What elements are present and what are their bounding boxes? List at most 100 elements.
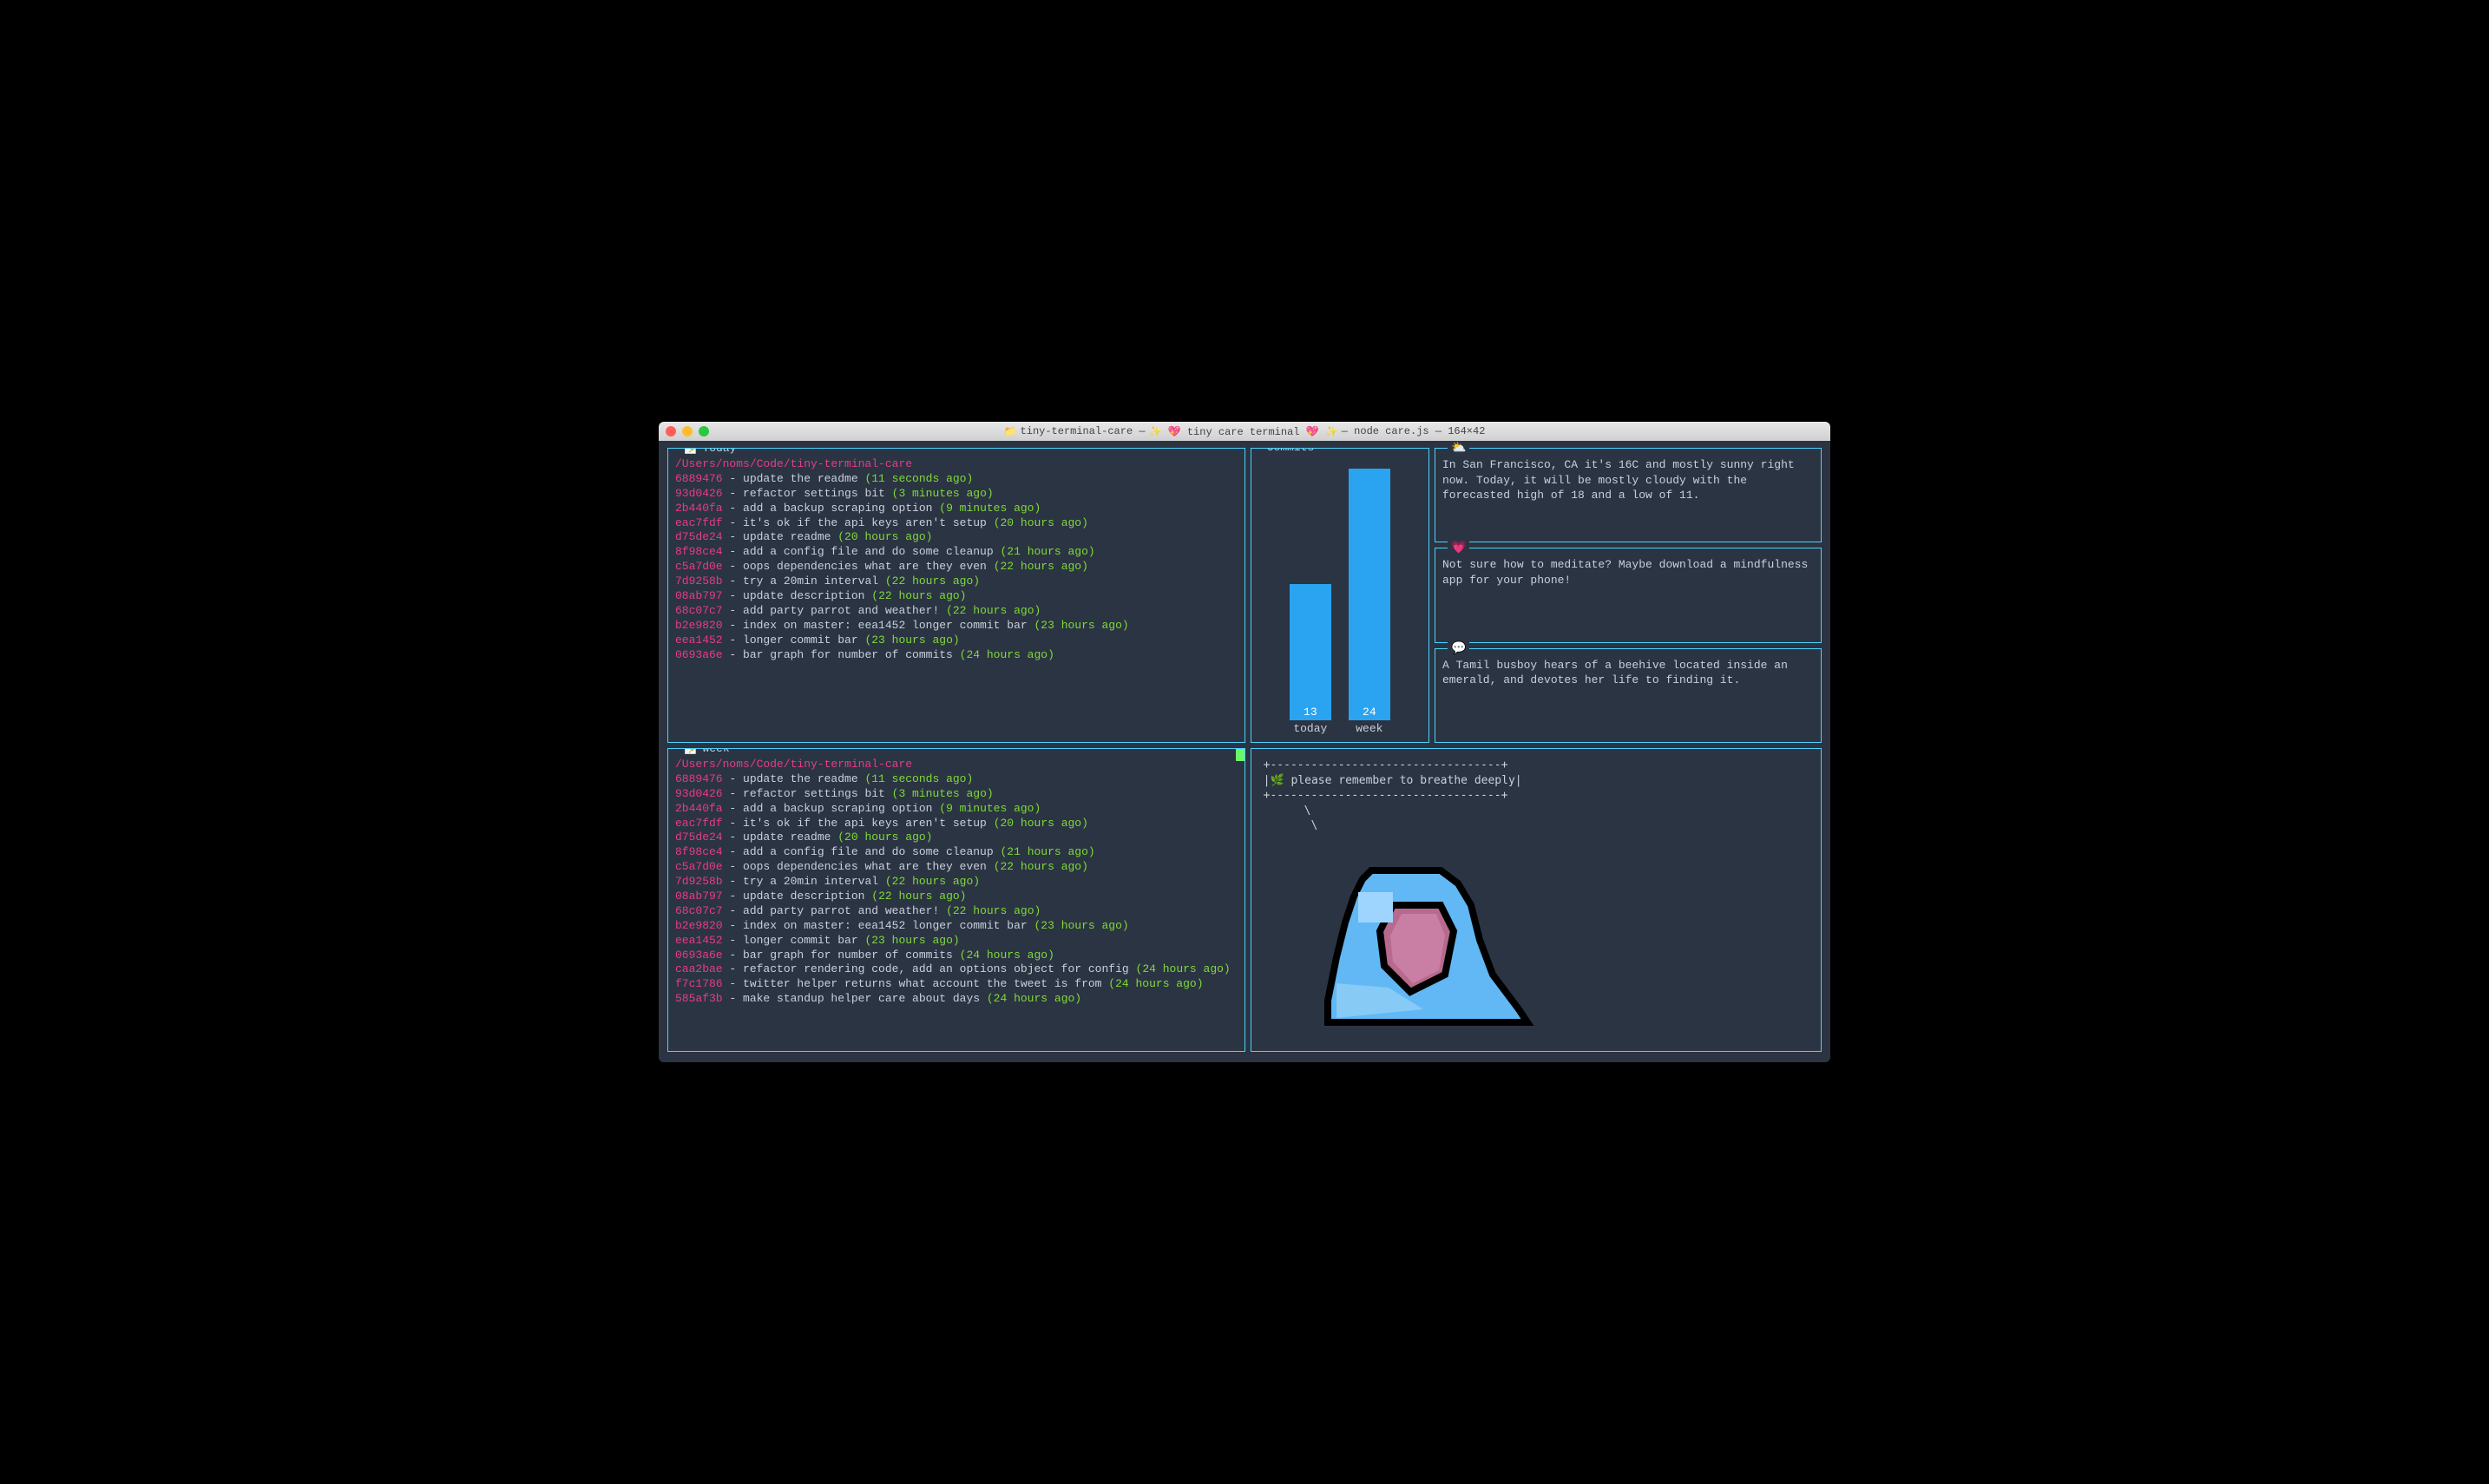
bar-today: 13today — [1290, 584, 1331, 735]
terminal-window: 📁 tiny-terminal-care — ✨ 💖 tiny care ter… — [659, 422, 1830, 1062]
commit-msg: make standup helper care about days — [743, 992, 980, 1005]
commit-hash: 8f98ce4 — [675, 845, 723, 858]
commit-msg: it's ok if the api keys aren't setup — [743, 817, 987, 830]
commit-hash: c5a7d0e — [675, 560, 723, 573]
commit-age: (20 hours ago) — [994, 817, 1088, 830]
commit-row: 585af3b - make standup helper care about… — [675, 992, 1238, 1007]
commit-age: (3 minutes ago) — [892, 787, 994, 800]
commit-msg: oops dependencies what are they even — [743, 860, 987, 873]
speech-bubble: +----------------------------------+ |🌿 … — [1264, 758, 1814, 834]
bar-week: 24week — [1349, 469, 1390, 735]
commit-age: (21 hours ago) — [1000, 545, 1094, 558]
commit-hash: 0693a6e — [675, 648, 723, 661]
commit-msg: bar graph for number of commits — [743, 648, 953, 661]
window-title: 📁 tiny-terminal-care — ✨ 💖 tiny care ter… — [1004, 425, 1486, 438]
commit-hash: eac7fdf — [675, 817, 723, 830]
commit-msg: update readme — [743, 831, 831, 844]
close-icon[interactable] — [666, 426, 676, 437]
speech-icon: 💬 — [1451, 641, 1466, 656]
commit-hash: c5a7d0e — [675, 860, 723, 873]
scroll-indicator[interactable] — [1236, 749, 1244, 761]
commit-msg: index on master: eea1452 longer commit b… — [743, 619, 1028, 632]
commit-msg: refactor settings bit — [743, 487, 885, 500]
commit-row: f7c1786 - twitter helper returns what ac… — [675, 977, 1238, 992]
commit-msg: update the readme — [743, 772, 858, 785]
commit-row: 8f98ce4 - add a config file and do some … — [675, 845, 1238, 860]
title-suffix: — node care.js — 164×42 — [1342, 425, 1486, 437]
commit-row: 0693a6e - bar graph for number of commit… — [675, 648, 1238, 663]
repo-path: /Users/noms/Code/tiny-terminal-care — [675, 457, 1238, 472]
commit-row: c5a7d0e - oops dependencies what are the… — [675, 560, 1238, 575]
commit-hash: 93d0426 — [675, 487, 723, 500]
commit-row: 6889476 - update the readme (11 seconds … — [675, 772, 1238, 787]
quote-panel: 💬 A Tamil busboy hears of a beehive loca… — [1435, 648, 1822, 743]
bar-label: week — [1356, 722, 1382, 735]
commit-age: (22 hours ago) — [871, 890, 966, 903]
commit-age: (11 seconds ago) — [864, 472, 973, 485]
heart-icon: 💗 — [1451, 541, 1466, 555]
commit-row: eac7fdf - it's ok if the api keys aren't… — [675, 817, 1238, 831]
commit-age: (24 hours ago) — [1108, 977, 1203, 990]
care-panel-label: 💗 — [1448, 541, 1469, 555]
commit-row: b2e9820 - index on master: eea1452 longe… — [675, 919, 1238, 934]
commit-hash: 93d0426 — [675, 787, 723, 800]
commit-age: (22 hours ago) — [994, 560, 1088, 573]
weather-panel: ⛅ In San Francisco, CA it's 16C and most… — [1435, 448, 1822, 542]
commit-msg: refactor rendering code, add an options … — [743, 962, 1129, 975]
week-commit-list: /Users/noms/Code/tiny-terminal-care68894… — [675, 758, 1238, 1007]
today-panel-label: 📝 Today — [680, 448, 739, 456]
commit-hash: 8f98ce4 — [675, 545, 723, 558]
zoom-icon[interactable] — [699, 426, 709, 437]
commit-hash: eac7fdf — [675, 516, 723, 529]
commit-row: 2b440fa - add a backup scraping option (… — [675, 502, 1238, 516]
commit-hash: 7d9258b — [675, 875, 723, 888]
commit-row: 08ab797 - update description (22 hours a… — [675, 589, 1238, 604]
minimize-icon[interactable] — [682, 426, 693, 437]
title-middle: ✨ 💖 tiny care terminal 💖 ✨ — [1149, 425, 1338, 438]
commit-age: (24 hours ago) — [960, 949, 1054, 962]
commit-row: caa2bae - refactor rendering code, add a… — [675, 962, 1238, 977]
commit-hash: b2e9820 — [675, 619, 723, 632]
titlebar: 📁 tiny-terminal-care — ✨ 💖 tiny care ter… — [659, 422, 1830, 441]
commit-hash: 7d9258b — [675, 575, 723, 588]
commit-age: (24 hours ago) — [1136, 962, 1231, 975]
commit-msg: add a config file and do some cleanup — [743, 545, 994, 558]
care-text: Not sure how to meditate? Maybe download… — [1442, 557, 1814, 588]
title-prefix: tiny-terminal-care — — [1021, 425, 1146, 437]
commit-row: 0693a6e - bar graph for number of commit… — [675, 949, 1238, 963]
commit-hash: d75de24 — [675, 831, 723, 844]
today-commit-list: /Users/noms/Code/tiny-terminal-care68894… — [675, 457, 1238, 662]
bar-value: 13 — [1290, 584, 1331, 720]
commit-row: 2b440fa - add a backup scraping option (… — [675, 802, 1238, 817]
commit-row: eea1452 - longer commit bar (23 hours ag… — [675, 934, 1238, 949]
commit-msg: add party parrot and weather! — [743, 904, 939, 917]
commit-msg: add party parrot and weather! — [743, 604, 939, 617]
weather-panel-label: ⛅ — [1448, 441, 1469, 456]
commit-row: 93d0426 - refactor settings bit (3 minut… — [675, 487, 1238, 502]
commit-age: (23 hours ago) — [1034, 919, 1128, 932]
commit-hash: 08ab797 — [675, 890, 723, 903]
commits-label-text: Commits — [1267, 448, 1315, 454]
today-label-text: Today — [702, 448, 736, 455]
commit-row: eea1452 - longer commit bar (23 hours ag… — [675, 634, 1238, 648]
commit-age: (20 hours ago) — [837, 530, 932, 543]
commit-age: (9 minutes ago) — [939, 502, 1041, 515]
commit-msg: update the readme — [743, 472, 858, 485]
terminal-body: 📝 Today /Users/noms/Code/tiny-terminal-c… — [659, 441, 1830, 1062]
commit-age: (22 hours ago) — [885, 875, 980, 888]
commit-row: 08ab797 - update description (22 hours a… — [675, 890, 1238, 904]
commit-hash: eea1452 — [675, 634, 723, 647]
commit-age: (22 hours ago) — [946, 904, 1041, 917]
commit-hash: 2b440fa — [675, 502, 723, 515]
quote-panel-label: 💬 — [1448, 641, 1469, 656]
commit-row: c5a7d0e - oops dependencies what are the… — [675, 860, 1238, 875]
repo-path: /Users/noms/Code/tiny-terminal-care — [675, 758, 1238, 772]
commit-msg: try a 20min interval — [743, 875, 878, 888]
week-label-text: Week — [702, 748, 729, 755]
commit-row: 7d9258b - try a 20min interval (22 hours… — [675, 875, 1238, 890]
commits-chart: 13today 24week — [1258, 457, 1422, 735]
commit-age: (22 hours ago) — [871, 589, 966, 602]
week-panel: 📝 Week /Users/noms/Code/tiny-terminal-ca… — [667, 748, 1245, 1052]
commit-msg: twitter helper returns what account the … — [743, 977, 1101, 990]
commit-msg: longer commit bar — [743, 934, 858, 947]
